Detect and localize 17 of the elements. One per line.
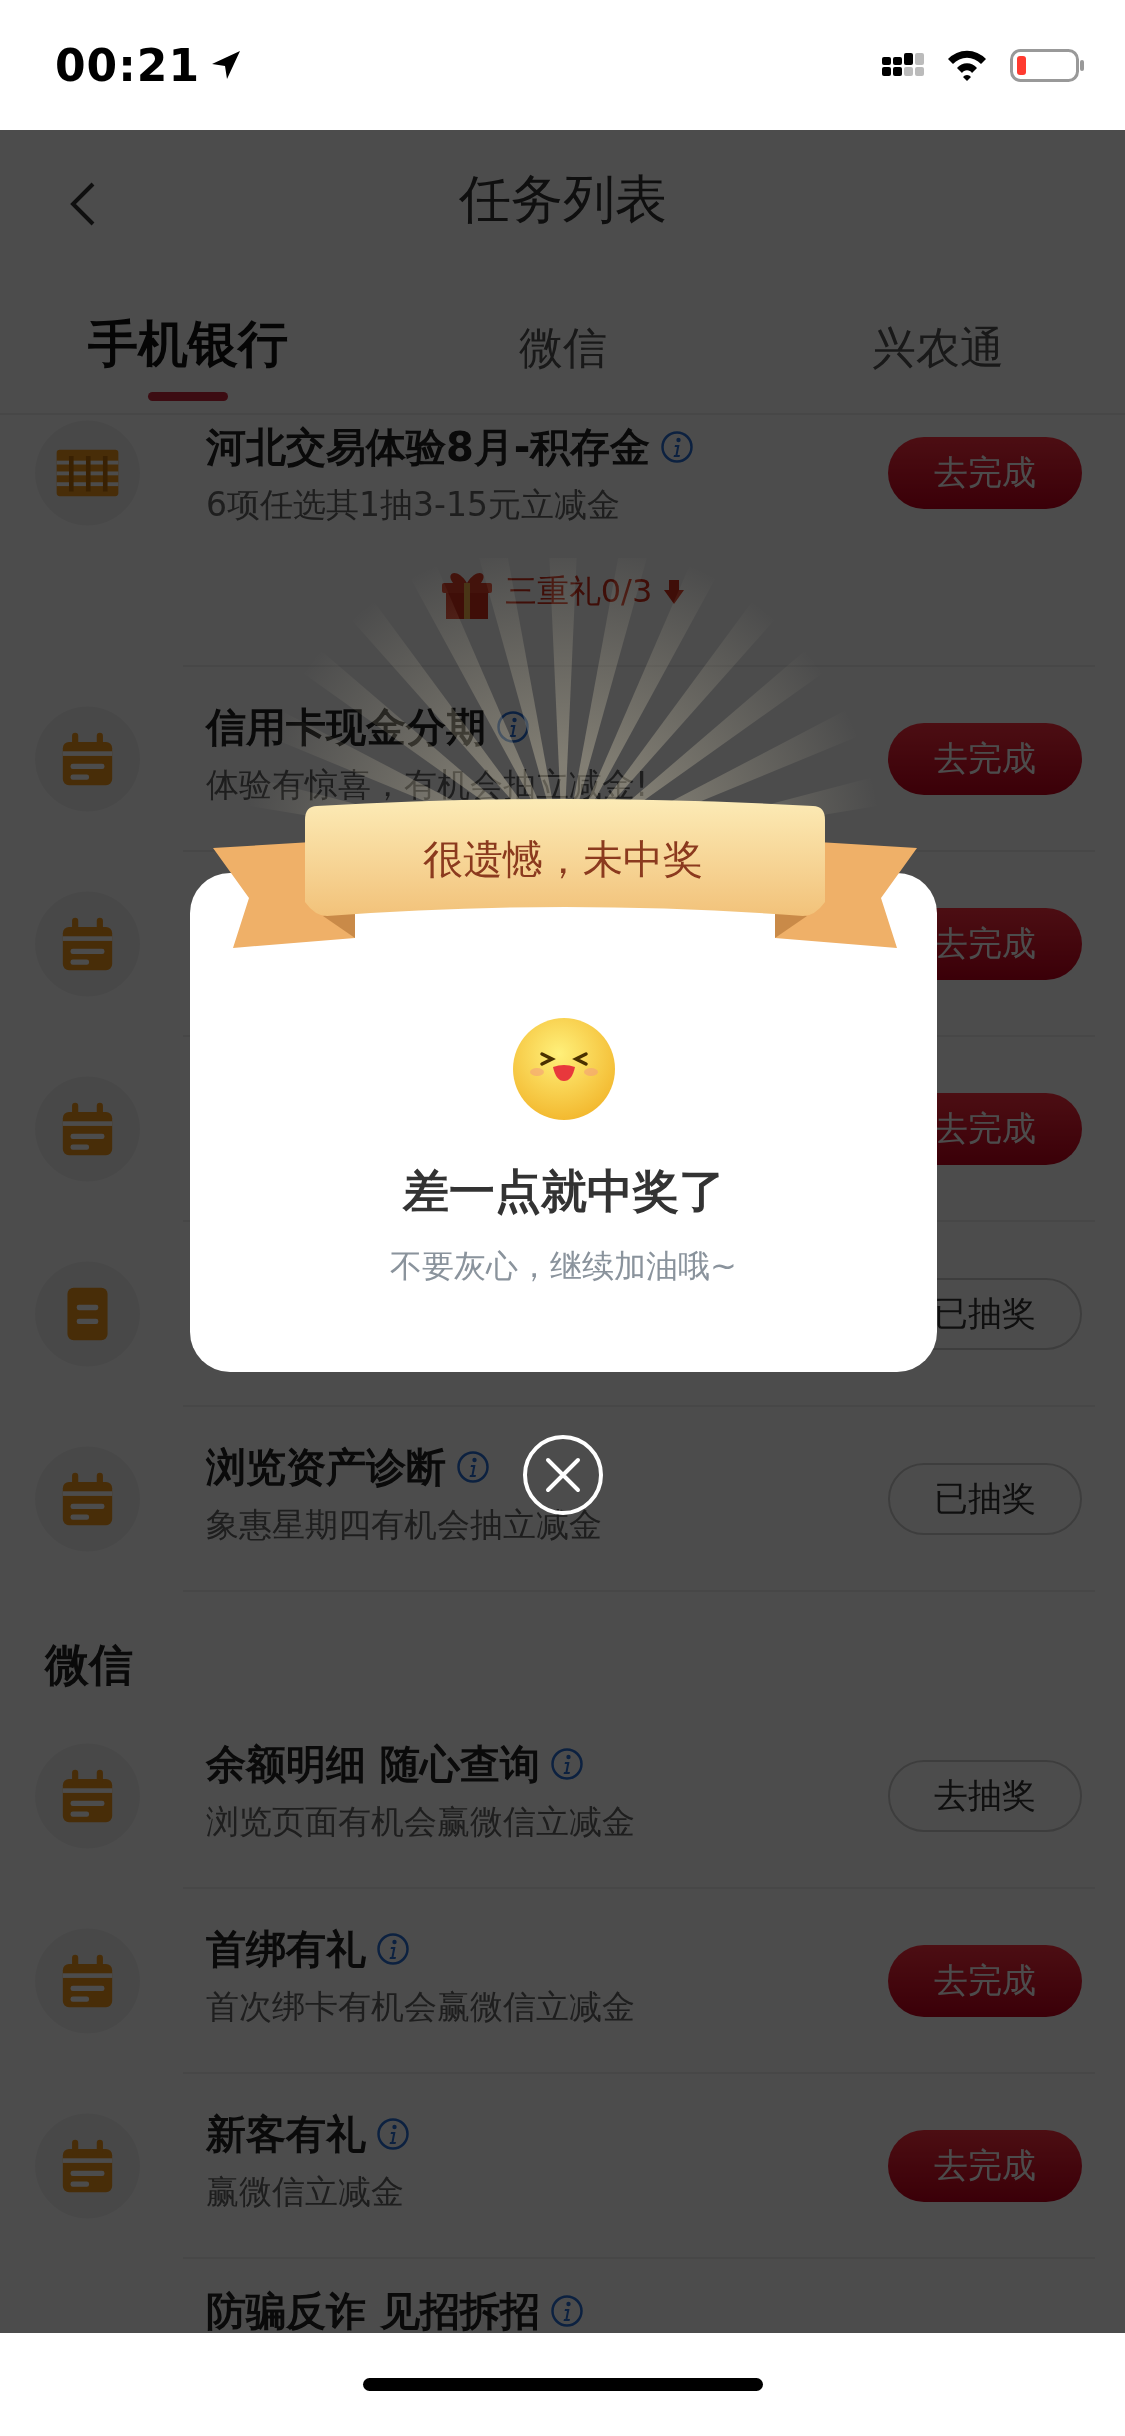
- dialog-title: 差一点就中奖了: [402, 1163, 725, 1220]
- wifi-icon: [946, 48, 988, 82]
- signal-icon: [882, 53, 924, 77]
- battery-icon: [1010, 48, 1085, 82]
- section-heading: 微信: [43, 1638, 134, 1692]
- dialog-banner-title: 很遗憾，未中奖: [422, 835, 704, 884]
- task-title: 浏览资产诊断: [206, 1443, 446, 1491]
- dialog-message: 不要灰心，继续加油哦~: [390, 1246, 737, 1287]
- task-title: 余额明细 随心查询: [206, 1740, 540, 1788]
- task-title: 新客有礼: [206, 2110, 366, 2158]
- task-title: 河北交易体验8月-积存金: [206, 423, 651, 471]
- page-title: 任务列表: [458, 168, 667, 231]
- emoji-icon: [511, 1017, 616, 1121]
- status-time: 00:21: [55, 39, 201, 91]
- task-title: 首绑有礼: [206, 1925, 366, 1973]
- task-title: 信用卡现金分期: [206, 703, 486, 751]
- task-title: 防骗反诈 见招拆招: [206, 2287, 540, 2333]
